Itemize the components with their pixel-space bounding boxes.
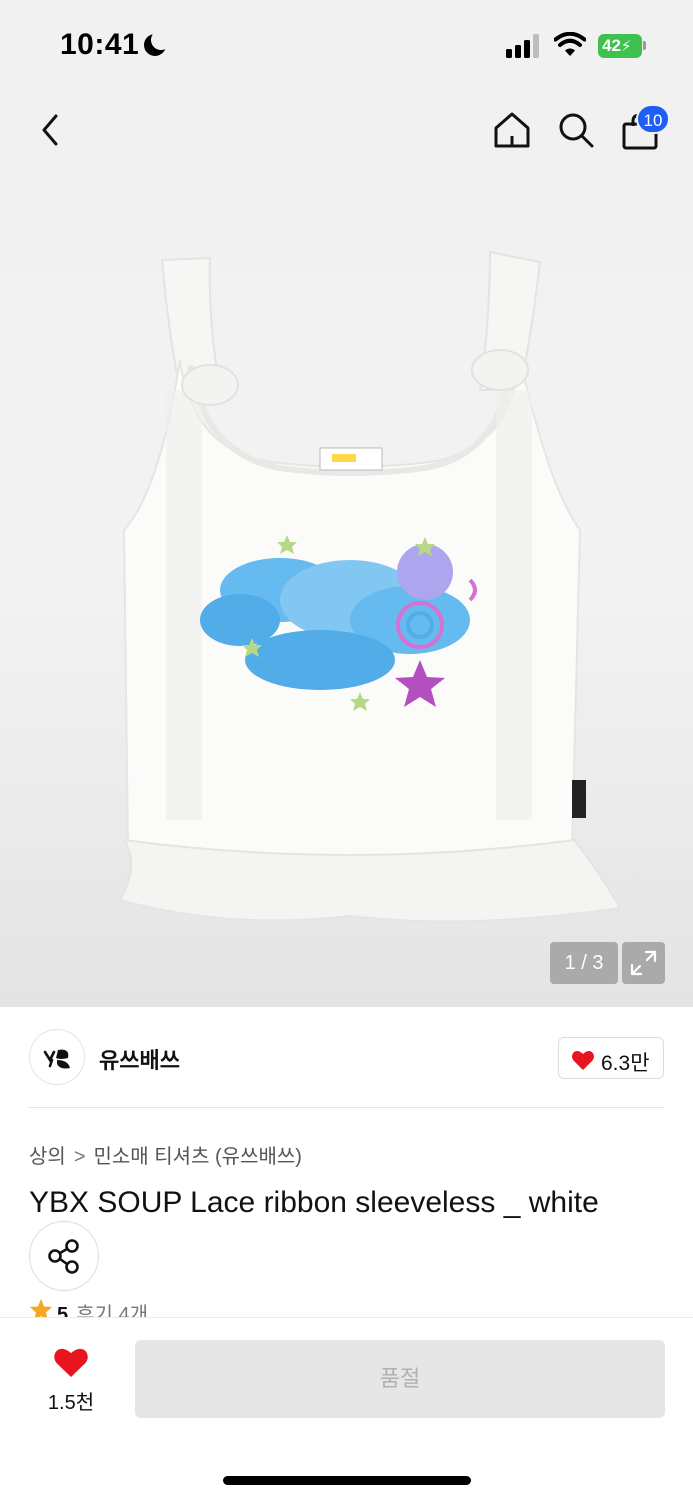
expand-icon (630, 950, 657, 976)
wishlist-count: 1.5천 (47, 1392, 95, 1414)
heart-icon (54, 1348, 88, 1377)
product-image[interactable] (80, 240, 620, 930)
heart-icon (572, 1051, 594, 1070)
back-icon[interactable] (36, 110, 66, 150)
image-counter: 1 / 3 (550, 942, 618, 984)
wifi-icon (554, 32, 586, 56)
brand-logo[interactable] (29, 1029, 85, 1085)
expand-button[interactable] (622, 942, 665, 984)
divider (29, 1107, 665, 1108)
breadcrumb: 상의 > 민소매 티셔츠 (유쓰배쓰) (29, 1140, 302, 1169)
home-icon[interactable] (492, 110, 532, 150)
status-time: 10:41 (60, 28, 140, 61)
moon-icon (144, 30, 171, 56)
share-icon (48, 1239, 79, 1274)
brand-like-button[interactable]: 6.3만 (558, 1037, 664, 1079)
search-icon[interactable] (556, 110, 596, 150)
battery-icon: 42⚡ (598, 34, 642, 58)
product-title: YBX SOUP Lace ribbon sleeveless _ white (29, 1186, 599, 1219)
cart-count-badge[interactable]: 10 (636, 104, 670, 134)
status-bar: 10:41 42⚡ (0, 0, 693, 95)
breadcrumb-item-category[interactable]: 상의 (29, 1140, 66, 1169)
battery-cap (643, 41, 646, 50)
brand-name[interactable]: 유쓰배쓰 (99, 1043, 180, 1075)
cellular-signal-icon (506, 34, 542, 58)
brand-logo-mark (43, 1049, 70, 1069)
chevron-right-icon: > (73, 1146, 86, 1168)
sold-out-button[interactable]: 품절 (135, 1340, 665, 1418)
wishlist-button[interactable]: 1.5천 (36, 1342, 106, 1416)
brand-row[interactable]: 유쓰배쓰 6.3만 (0, 1007, 693, 1107)
brand-like-count: 6.3만 (601, 1052, 650, 1075)
home-indicator (223, 1476, 471, 1485)
share-button[interactable] (29, 1221, 99, 1291)
breadcrumb-item-subcategory[interactable]: 민소매 티셔츠 (유쓰배쓰) (94, 1140, 302, 1169)
battery-level: 42 (602, 36, 621, 55)
